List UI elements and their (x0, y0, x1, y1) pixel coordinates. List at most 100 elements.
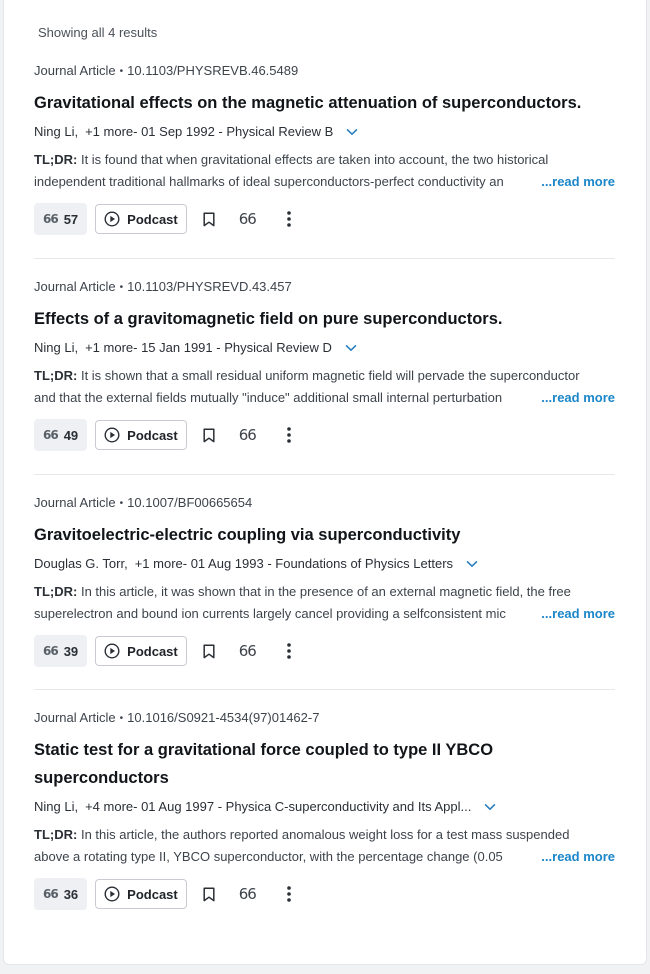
tldr-summary: TL;DR: In this article, it was shown tha… (34, 581, 615, 625)
citation-count: 36 (63, 886, 79, 902)
citation-count: 57 (63, 211, 79, 227)
result-title[interactable]: Gravitational effects on the magnetic at… (34, 89, 615, 117)
tldr-text-line1: In this article, the authors reported an… (80, 827, 570, 842)
cite-quote-icon[interactable]: 66 (239, 426, 257, 444)
tldr-summary: TL;DR: In this article, the authors repo… (34, 824, 615, 868)
podcast-button[interactable]: Podcast (95, 879, 187, 909)
result-authors: Ning Li, +4 more - 01 Aug 1997 - Physica… (34, 798, 615, 816)
more-options-icon[interactable] (286, 426, 292, 444)
quote-icon: 66 (43, 644, 59, 658)
tldr-summary: TL;DR: It is shown that a small residual… (34, 365, 615, 409)
author-name[interactable]: Ning Li, (34, 123, 78, 141)
result-doi[interactable]: 10.1103/PHYSREVB.46.5489 (127, 63, 298, 78)
chevron-down-icon[interactable] (345, 125, 359, 139)
separator-dot: • (119, 713, 124, 724)
more-authors-link[interactable]: +1 more (85, 339, 133, 357)
bookmark-icon[interactable] (201, 643, 217, 659)
citation-count: 49 (63, 427, 79, 443)
chevron-down-icon[interactable] (344, 341, 358, 355)
podcast-button[interactable]: Podcast (95, 204, 187, 234)
play-icon (104, 427, 127, 443)
result-divider (34, 689, 615, 690)
read-more-link[interactable]: ...read more (541, 603, 615, 625)
result-title[interactable]: Effects of a gravitomagnetic field on pu… (34, 305, 615, 333)
podcast-button[interactable]: Podcast (95, 636, 187, 666)
result-type: Journal Article (34, 495, 116, 510)
cite-quote-icon[interactable]: 66 (239, 642, 257, 660)
result-meta: Journal Article • 10.1016/S0921-4534(97)01… (34, 709, 615, 727)
tldr-text-line2: above a rotating type II, YBCO supercond… (34, 849, 503, 864)
result-actions: 66 49 Podcast 66 (34, 419, 615, 451)
result-actions: 66 39 Podcast 66 (34, 635, 615, 667)
podcast-label: Podcast (127, 886, 178, 902)
read-more-link[interactable]: ...read more (541, 171, 615, 193)
result-type: Journal Article (34, 279, 116, 294)
result-doi[interactable]: 10.1007/BF00665654 (127, 495, 252, 510)
podcast-button[interactable]: Podcast (95, 420, 187, 450)
result-item: Journal Article • 10.1007/BF00665654 Gravi… (34, 494, 615, 667)
result-divider (34, 258, 615, 259)
result-authors: Ning Li, +1 more - 15 Jan 1991 - Physica… (34, 339, 615, 357)
result-meta: Journal Article • 10.1103/PHYSREVD.43.457 (34, 278, 615, 296)
podcast-label: Podcast (127, 427, 178, 443)
tldr-text-line1: It is shown that a small residual unifor… (80, 368, 580, 383)
more-options-icon[interactable] (286, 210, 292, 228)
separator-dot: • (119, 498, 124, 509)
more-options-icon[interactable] (286, 642, 292, 660)
cite-quote-icon[interactable]: 66 (239, 885, 257, 903)
result-type: Journal Article (34, 63, 116, 78)
result-item: Journal Article • 10.1103/PHYSREVB.46.5489… (34, 62, 615, 235)
play-icon (104, 886, 127, 902)
podcast-label: Podcast (127, 211, 178, 227)
result-doi[interactable]: 10.1103/PHYSREVD.43.457 (127, 279, 292, 294)
tldr-label: TL;DR: (34, 152, 78, 167)
more-authors-link[interactable]: +4 more (85, 798, 133, 816)
tldr-summary: TL;DR: It is found that when gravitation… (34, 149, 615, 193)
result-authors: Ning Li, +1 more - 01 Sep 1992 - Physica… (34, 123, 615, 141)
bookmark-icon[interactable] (201, 211, 217, 227)
tldr-label: TL;DR: (34, 584, 78, 599)
citation-count-button[interactable]: 66 49 (34, 419, 88, 451)
result-item: Journal Article • 10.1016/S0921-4534(97)01… (34, 709, 615, 910)
tldr-text-line2: superelectron and bound ion currents lar… (34, 606, 506, 621)
citation-count-button[interactable]: 66 57 (34, 203, 88, 235)
result-actions: 66 36 Podcast 66 (34, 878, 615, 910)
publication-details: - 01 Sep 1992 - Physical Review B (133, 124, 334, 139)
separator-dot: • (119, 66, 124, 77)
tldr-text-line1: In this article, it was shown that in th… (80, 584, 571, 599)
citation-count: 39 (63, 643, 79, 659)
quote-icon: 66 (43, 212, 59, 226)
more-options-icon[interactable] (286, 885, 292, 903)
bookmark-icon[interactable] (201, 886, 217, 902)
result-doi[interactable]: 10.1016/S0921-4534(97)01462-7 (127, 710, 319, 725)
citation-count-button[interactable]: 66 36 (34, 878, 88, 910)
chevron-down-icon[interactable] (483, 800, 497, 814)
results-count: Showing all 4 results (38, 25, 158, 40)
more-authors-link[interactable]: +1 more (135, 555, 183, 573)
author-name[interactable]: Douglas G. Torr, (34, 555, 128, 573)
publication-details: - 01 Aug 1997 - Physica C-superconductiv… (133, 799, 472, 814)
result-title[interactable]: Static test for a gravitational force co… (34, 736, 534, 792)
more-authors-link[interactable]: +1 more (85, 123, 133, 141)
result-actions: 66 57 Podcast 66 (34, 203, 615, 235)
citation-count-button[interactable]: 66 39 (34, 635, 88, 667)
author-name[interactable]: Ning Li, (34, 339, 78, 357)
bookmark-icon[interactable] (201, 427, 217, 443)
read-more-link[interactable]: ...read more (541, 387, 615, 409)
cite-quote-icon[interactable]: 66 (239, 210, 257, 228)
quote-icon: 66 (43, 428, 59, 442)
play-icon (104, 643, 127, 659)
author-name[interactable]: Ning Li, (34, 798, 78, 816)
tldr-label: TL;DR: (34, 827, 78, 842)
result-type: Journal Article (34, 710, 116, 725)
separator-dot: • (119, 282, 124, 293)
result-title[interactable]: Gravitoelectric-electric coupling via su… (34, 521, 615, 549)
read-more-link[interactable]: ...read more (541, 846, 615, 868)
podcast-label: Podcast (127, 643, 178, 659)
result-authors: Douglas G. Torr, +1 more - 01 Aug 1993 -… (34, 555, 615, 573)
tldr-label: TL;DR: (34, 368, 78, 383)
result-meta: Journal Article • 10.1103/PHYSREVB.46.5489 (34, 62, 615, 80)
publication-details: - 01 Aug 1993 - Foundations of Physics L… (182, 556, 454, 571)
chevron-down-icon[interactable] (465, 557, 479, 571)
quote-icon: 66 (43, 887, 59, 901)
